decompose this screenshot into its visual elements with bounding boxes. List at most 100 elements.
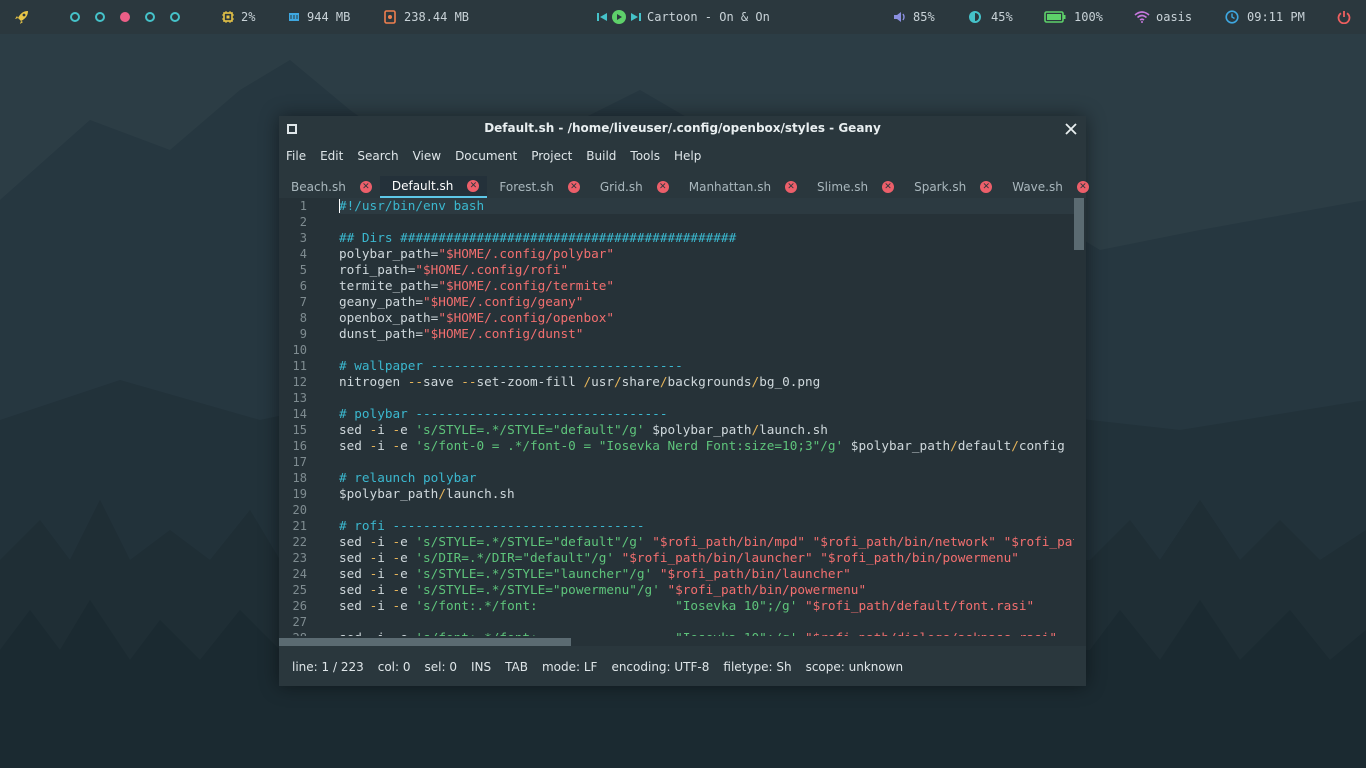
code-token: # relaunch polybar [339,470,477,485]
menu-tools[interactable]: Tools [623,149,667,163]
menu-build[interactable]: Build [579,149,623,163]
horizontal-scrollbar[interactable] [279,636,1086,646]
disk-icon [384,10,396,24]
code-token: set-zoom-fill [476,374,584,389]
code-line: sed -i -e 's/font-0 = .*/font-0 = "Iosev… [339,438,1074,454]
code-line: ## Dirs ################################… [339,230,1074,246]
tab-close-icon[interactable]: ✕ [359,181,372,193]
launcher-button[interactable] [14,0,30,34]
workspaces [70,0,195,34]
tab-wave[interactable]: Wave.sh ✕ [1000,176,1097,198]
power-button[interactable] [1337,0,1351,34]
menu-file[interactable]: File [279,149,313,163]
vertical-scroll-thumb[interactable] [1074,198,1084,250]
window-titlebar[interactable]: Default.sh - /home/liveuser/.config/open… [279,116,1086,142]
tab-label: Spark.sh [914,180,967,194]
prev-icon[interactable] [596,11,608,23]
wifi-ssid: oasis [1156,10,1193,24]
line-number: 18 [292,471,307,485]
code-line: sed -i -e 's/DIR=.*/DIR="default"/g' "$r… [339,550,1074,566]
tab-close-icon[interactable]: ✕ [467,180,480,192]
code-token: i [377,598,393,613]
menu-view[interactable]: View [406,149,448,163]
tab-label: Wave.sh [1012,180,1063,194]
media-module: Cartoon - On & On [596,0,770,34]
tab-spark[interactable]: Spark.sh ✕ [902,176,1000,198]
tab-close-icon[interactable]: ✕ [567,181,580,193]
code-token: / [751,422,760,437]
code-token: "$HOME/.config/dunst" [423,326,584,341]
tab-close-icon[interactable]: ✕ [1076,181,1089,193]
code-line: sed -i -e 's/STYLE=.*/STYLE="default"/g'… [339,422,1074,438]
next-icon[interactable] [630,11,642,23]
menu-project[interactable]: Project [524,149,579,163]
tab-close-icon[interactable]: ✕ [785,181,798,193]
tab-grid[interactable]: Grid.sh ✕ [588,176,677,198]
menu-search[interactable]: Search [350,149,405,163]
rocket-icon [15,11,28,24]
volume-module[interactable]: 85% [893,0,935,34]
code-token: sed [339,422,370,437]
code-editor[interactable]: 1 2 3 4 5 6 7 8 9 10 11 12 13 14 15 16 17 18 19 20 21 22 23 24 2… [279,198,1086,636]
battery-value: 100% [1074,10,1103,24]
code-token: / [1011,438,1019,453]
code-token: / [950,438,958,453]
line-number: 3 [299,231,307,245]
line-number-gutter: 1 2 3 4 5 6 7 8 9 10 11 12 13 14 15 16 17 18 19 20 21 22 23 24 2… [279,198,325,636]
brightness-module[interactable]: 45% [968,0,1013,34]
code-token: backgrounds [667,374,752,389]
tab-default[interactable]: Default.sh ✕ [379,176,488,198]
cpu-icon [222,11,234,23]
workspace-3[interactable] [120,12,130,22]
menu-edit[interactable]: Edit [313,149,350,163]
workspace-4[interactable] [145,12,155,22]
tab-slime[interactable]: Slime.sh ✕ [805,176,902,198]
tab-label: Manhattan.sh [688,180,772,194]
line-number: 15 [292,423,307,437]
line-number: 8 [299,311,307,325]
code-token: sed [339,582,370,597]
line-number: 27 [292,615,307,629]
code-token: e [400,534,416,549]
workspace-2[interactable] [95,12,105,22]
tab-close-icon[interactable]: ✕ [980,181,993,193]
status-sel: sel: 0 [424,660,457,674]
horizontal-scroll-thumb[interactable] [279,638,571,646]
workspace-5[interactable] [170,12,180,22]
code-area[interactable]: #!/usr/bin/env bash ## Dirs ############… [339,198,1074,636]
code-line: # wallpaper ----------------------------… [339,358,1074,374]
close-button[interactable] [1062,120,1080,138]
code-token: usr [591,374,615,389]
code-token: 's/STYLE=.*/STYLE="default"/g' [415,422,645,437]
tab-manhattan[interactable]: Manhattan.sh ✕ [677,176,805,198]
tab-close-icon[interactable]: ✕ [882,181,895,193]
line-number: 13 [292,391,307,405]
workspace-1[interactable] [70,12,80,22]
menu-document[interactable]: Document [448,149,524,163]
status-bar: line: 1 / 223 col: 0 sel: 0 INS TAB mode… [279,652,1086,682]
tab-label: Default.sh [391,179,454,193]
battery-icon [1044,11,1066,23]
disk-module: 238.44 MB [384,0,469,34]
line-number: 12 [292,375,307,389]
code-token: 's/font-0 = .*/font-0 = "Iosevka Nerd Fo… [415,438,844,453]
wifi-module[interactable]: oasis [1134,0,1192,34]
tab-close-icon[interactable]: ✕ [656,181,669,193]
line-number: 2 [299,215,307,229]
code-token: "$rofi_path/bin/launcher" [659,566,851,581]
play-icon[interactable] [612,10,626,24]
code-token: i [377,582,393,597]
line-number: 23 [292,551,307,565]
line-number: 22 [292,535,307,549]
vertical-scrollbar[interactable] [1074,198,1085,636]
menu-help[interactable]: Help [667,149,708,163]
code-line: openbox_path="$HOME/.config/openbox" [339,310,1074,326]
close-icon [1065,123,1077,135]
code-token: termite_path= [339,278,439,293]
tab-beach[interactable]: Beach.sh ✕ [279,176,380,198]
tab-forest[interactable]: Forest.sh ✕ [487,176,588,198]
